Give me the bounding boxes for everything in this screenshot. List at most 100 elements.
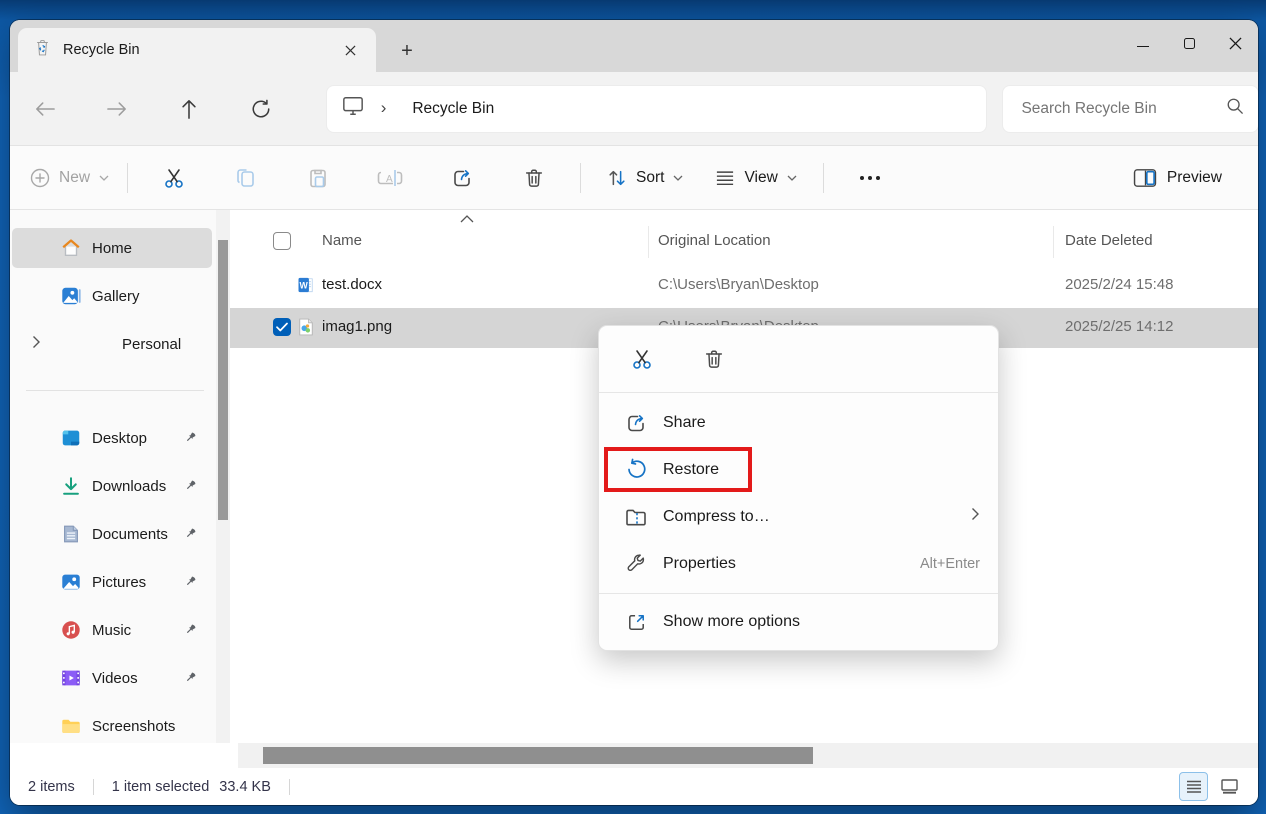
large-icons-view-button[interactable] [1215, 772, 1244, 801]
cut-icon [162, 166, 186, 190]
sidebar-item-music[interactable]: Music [12, 610, 212, 650]
view-button-label: View [744, 169, 777, 187]
sidebar-item-personal[interactable]: Personal [12, 324, 212, 364]
cut-button[interactable] [151, 158, 197, 198]
desktop-background: Recycle Bin + [0, 0, 1266, 814]
menu-item-label: Show more options [663, 613, 980, 631]
delete-button[interactable] [511, 158, 557, 198]
column-separator[interactable] [1053, 226, 1054, 258]
arrow-right-icon [107, 101, 127, 117]
cut-button[interactable] [623, 340, 661, 378]
sidebar-item-documents[interactable]: Documents [12, 514, 212, 554]
new-tab-button[interactable]: + [390, 34, 424, 68]
list-header: Name Original Location Date Deleted [230, 222, 1258, 262]
horizontal-scrollbar[interactable] [238, 743, 1258, 768]
share-button[interactable] [439, 158, 485, 198]
file-original-location: C:\Users\Bryan\Desktop [658, 276, 819, 293]
sidebar-item-screenshots[interactable]: Screenshots [12, 706, 212, 746]
tab-title: Recycle Bin [63, 42, 336, 58]
file-row-test-docx[interactable]: W test.docx C:\Users\Bryan\Desktop 2025/… [230, 266, 1258, 306]
circle-plus-icon [30, 168, 50, 188]
vertical-scrollbar[interactable] [216, 210, 230, 743]
forward-button[interactable] [97, 89, 137, 129]
sidebar-item-desktop[interactable]: Desktop [12, 418, 212, 458]
rename-button[interactable]: A [367, 158, 413, 198]
status-selection-size: 33.4 KB [219, 779, 271, 795]
tab-recycle-bin[interactable]: Recycle Bin [18, 28, 376, 72]
sidebar-item-pictures[interactable]: Pictures [12, 562, 212, 602]
desktop-icon [60, 427, 82, 449]
menu-item-label: Compress to… [663, 508, 971, 526]
up-button[interactable] [169, 89, 209, 129]
view-button[interactable]: View [715, 169, 796, 187]
command-toolbar: New A Sor [10, 146, 1258, 210]
chevron-down-icon [99, 175, 109, 181]
maximize-button[interactable] [1166, 20, 1212, 66]
sidebar-item-videos[interactable]: Videos [12, 658, 212, 698]
search-input[interactable]: Search Recycle Bin [1021, 100, 1226, 118]
sidebar-item-gallery[interactable]: Gallery [12, 276, 212, 316]
paste-icon [306, 166, 330, 190]
preview-button[interactable]: Preview [1133, 168, 1222, 188]
sidebar-item-downloads[interactable]: Downloads [12, 466, 212, 506]
back-button[interactable] [25, 89, 65, 129]
minimize-button[interactable] [1120, 20, 1166, 66]
pin-icon [184, 478, 198, 496]
close-button[interactable] [1212, 20, 1258, 66]
menu-item-restore[interactable]: Restore [599, 446, 998, 493]
toolbar-divider [823, 163, 824, 193]
sidebar-item-label: Personal [122, 336, 181, 353]
home-icon [60, 237, 82, 259]
share-icon [450, 166, 474, 190]
sidebar-item-home[interactable]: Home [12, 228, 212, 268]
paste-button[interactable] [295, 158, 341, 198]
dot-icon [868, 176, 872, 180]
details-view-button[interactable] [1179, 772, 1208, 801]
documents-icon [60, 523, 82, 545]
tab-close-icon[interactable] [336, 36, 364, 64]
file-name: imag1.png [322, 318, 392, 335]
column-header-date-deleted[interactable]: Date Deleted [1065, 232, 1153, 249]
arrow-left-icon [35, 101, 55, 117]
pin-icon [184, 526, 198, 544]
column-header-name[interactable]: Name [322, 232, 362, 249]
search-icon [1226, 97, 1244, 120]
videos-icon [60, 667, 82, 689]
sort-button[interactable]: Sort [607, 168, 683, 188]
copy-button[interactable] [223, 158, 269, 198]
see-more-button[interactable] [860, 176, 880, 180]
menu-item-compress-to[interactable]: Compress to… [599, 493, 998, 540]
file-date-deleted: 2025/2/24 15:48 [1065, 276, 1173, 293]
row-checkbox-checked[interactable] [273, 318, 291, 336]
vertical-scrollbar-thumb[interactable] [218, 240, 228, 520]
status-divider [289, 779, 290, 795]
navigation-bar: › Recycle Bin Search Recycle Bin [10, 72, 1258, 146]
new-button-label: New [59, 169, 90, 187]
submenu-chevron-icon [971, 507, 980, 526]
menu-item-share[interactable]: Share [599, 399, 998, 446]
menu-item-show-more-options[interactable]: Show more options [599, 600, 998, 644]
trash-icon [703, 347, 725, 371]
status-bar: 2 items 1 item selected 33.4 KB [10, 768, 1258, 805]
refresh-button[interactable] [241, 89, 281, 129]
column-separator[interactable] [648, 226, 649, 258]
copy-icon [234, 166, 258, 190]
plus-icon: + [401, 40, 413, 63]
column-header-original-location[interactable]: Original Location [658, 232, 771, 249]
menu-item-properties[interactable]: Properties Alt+Enter [599, 540, 998, 587]
horizontal-scrollbar-thumb[interactable] [263, 747, 813, 764]
image-file-icon [296, 317, 316, 341]
menu-item-label: Share [663, 414, 980, 432]
zip-folder-icon [623, 505, 649, 529]
delete-button[interactable] [695, 340, 733, 378]
search-box[interactable]: Search Recycle Bin [1003, 86, 1258, 132]
gallery-icon [60, 285, 82, 307]
file-date-deleted: 2025/2/25 14:12 [1065, 318, 1173, 335]
select-all-checkbox[interactable] [273, 232, 291, 250]
status-item-count: 2 items [28, 779, 75, 795]
new-button[interactable]: New [30, 168, 109, 188]
address-bar[interactable]: › Recycle Bin [327, 86, 987, 132]
trash-icon [523, 166, 545, 190]
sidebar-item-label: Screenshots [92, 718, 175, 735]
toolbar-divider [580, 163, 581, 193]
